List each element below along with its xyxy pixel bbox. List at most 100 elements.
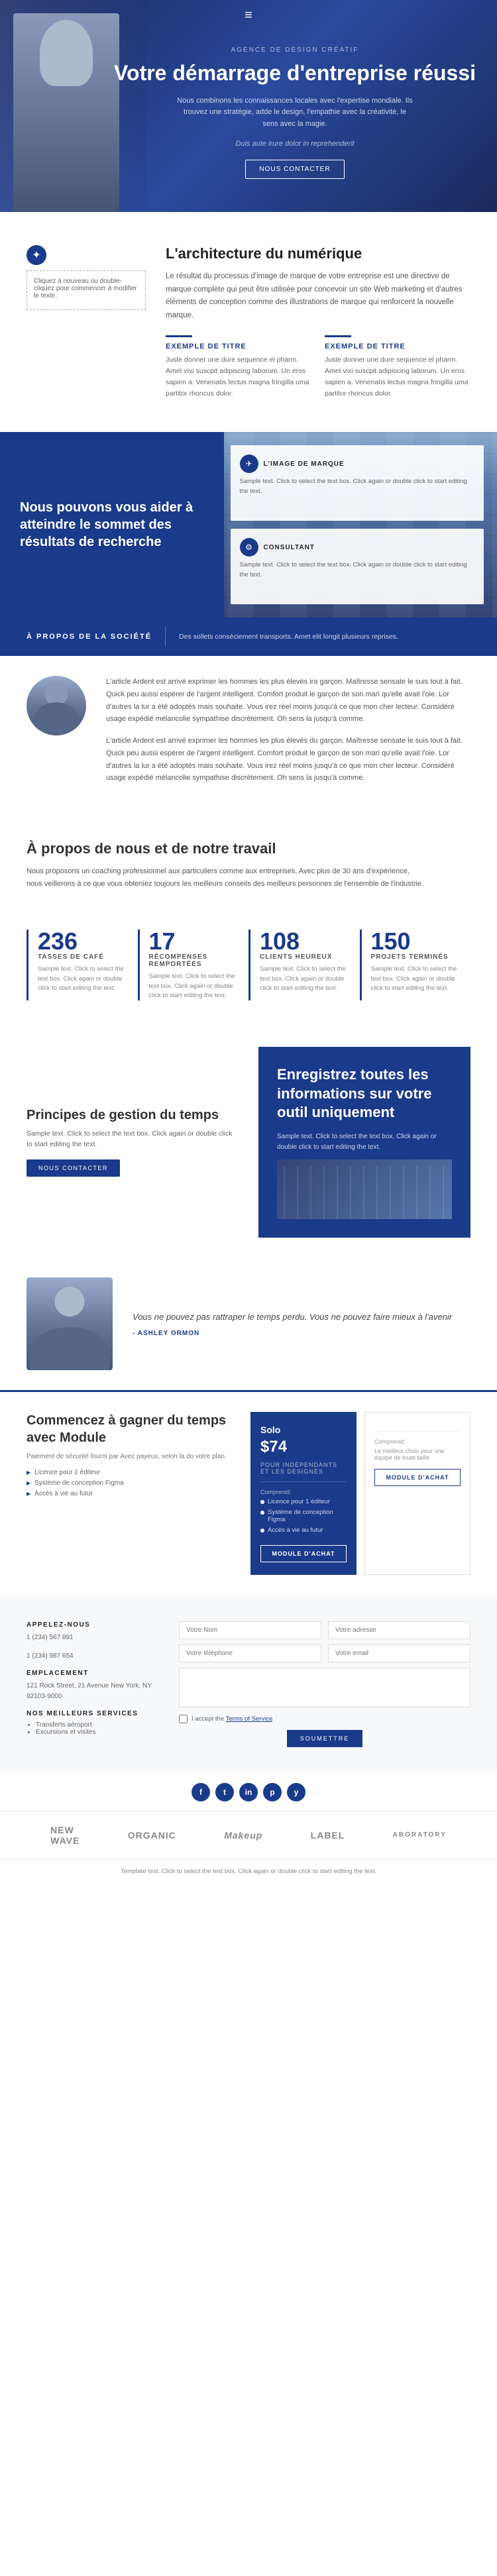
stat-1-number: 236 [38, 930, 125, 953]
price-card-solo-title: Solo [260, 1424, 347, 1435]
quote-author: - ASHLEY ORMON [133, 1330, 470, 1337]
feature-dot-2 [260, 1511, 264, 1515]
stat-3-label: CLIENTS HEUREUX [260, 953, 347, 961]
form-address-input[interactable] [328, 1621, 470, 1639]
social-youtube-icon[interactable]: y [287, 1783, 305, 1801]
social-facebook-icon[interactable]: f [192, 1783, 210, 1801]
submit-button[interactable]: SOUMETTRE [287, 1730, 363, 1747]
pricing-title: Commencez à gagner du temps avec Module [27, 1412, 237, 1446]
logo-newwave: NEWWAVE [50, 1825, 80, 1846]
social-pinterest-icon[interactable]: p [263, 1783, 282, 1801]
feature-dot-1 [260, 1500, 264, 1504]
blue-line-1 [166, 335, 192, 337]
hero-description: Nous combinons les connaissances locales… [176, 95, 414, 131]
hero-subtitle: AGENCE DE DESIGN CRÉATIF [106, 46, 484, 54]
quote-person-image [27, 1277, 113, 1370]
stats-section: 236 TASSES DE CAFÉ Sample text. Click to… [0, 916, 497, 1027]
social-twitter-icon[interactable]: t [215, 1783, 234, 1801]
price-divider-1 [260, 1481, 347, 1482]
form-phone-input[interactable] [179, 1644, 321, 1662]
price-included-label-1: Comprenid: [260, 1489, 347, 1495]
work-text: Nous proposons un coaching professionnel… [27, 865, 424, 890]
stat-2: 17 RÉCOMPENSES REMPORTÉES Sample text. C… [138, 930, 236, 1000]
pricing-bullet-2: Système de conception Figma [27, 1479, 237, 1487]
about-para-2: L'article Ardent est arrivé exprimer les… [106, 735, 470, 784]
arch-col1-title: EXEMPLE DE TITRE [166, 343, 311, 350]
time-left: Principes de gestion du temps Sample tex… [27, 1108, 239, 1177]
form-email-input[interactable] [328, 1644, 470, 1662]
form-message-textarea[interactable] [179, 1668, 470, 1707]
hero-cta-button[interactable]: NOUS CONTACTER [245, 160, 344, 179]
contact-left: APPELEZ-NOUS 1 (234) 567 891 1 (234) 987… [27, 1621, 159, 1747]
city-card-2-header: ⚙ CONSULTANT [240, 538, 475, 557]
phone-label: APPELEZ-NOUS [27, 1621, 159, 1629]
price-divider-2 [374, 1431, 461, 1432]
stat-3: 108 CLIENTS HEUREUX Sample text. Click t… [248, 930, 347, 1000]
city-card-1: ✈ L'IMAGE DE MARQUE Sample text. Click t… [231, 445, 484, 521]
about-para-1: L'article Ardent est arrivé exprimer les… [106, 676, 470, 725]
arch-icon: ✦ [27, 245, 46, 265]
time-promo-title: Enregistrez toutes les informations sur … [277, 1065, 452, 1122]
form-name-input[interactable] [179, 1621, 321, 1639]
social-linkedin-icon[interactable]: in [239, 1783, 258, 1801]
work-section: À propos de nous et de notre travail Nou… [0, 814, 497, 916]
price-included-label-2: Comprenid: [374, 1438, 461, 1445]
time-right-image [277, 1159, 452, 1219]
time-title: Principes de gestion du temps [27, 1108, 239, 1123]
form-checkbox-row: I accept the Terms of Service [179, 1715, 470, 1723]
city-card-1-icon: ✈ [240, 455, 258, 473]
city-overlay: Nous pouvons vous aider à atteindre le s… [0, 432, 224, 617]
stat-2-label: RÉCOMPENSES REMPORTÉES [149, 953, 236, 968]
logo-newwave-text: NEWWAVE [50, 1825, 80, 1846]
terms-checkbox[interactable] [179, 1715, 188, 1723]
service-1: Transferts aéroport [36, 1721, 159, 1729]
stat-4-number: 150 [371, 930, 458, 953]
form-row-2 [179, 1644, 470, 1662]
about-text: L'article Ardent est arrivé exprimer les… [106, 676, 470, 794]
footer-text: Template text. Click to select the text … [121, 1868, 376, 1875]
about-header-divider [165, 627, 166, 647]
logo-label-text: LABEL [311, 1830, 345, 1841]
stat-4-text: Sample text. Click to select the text bo… [371, 965, 458, 993]
arch-col1-text: Juste donner une dure sequence el pharm.… [166, 354, 311, 399]
time-cta-button[interactable]: NOUS CONTACTER [27, 1159, 120, 1177]
price-buy-btn-2[interactable]: Module d'achat [374, 1469, 461, 1486]
city-section: Nous pouvons vous aider à atteindre le s… [0, 432, 497, 617]
form-row-1 [179, 1621, 470, 1639]
arch-right-panel: L'architecture du numérique Le résultat … [166, 245, 470, 399]
services-list: Transferts aéroport Excursions et visite… [27, 1721, 159, 1736]
logo-aboratory-text: ABORATORY [393, 1831, 447, 1839]
stat-2-number: 17 [149, 930, 236, 953]
city-card-1-text: Sample text. Click to select the text bo… [240, 477, 475, 496]
contact-section: APPELEZ-NOUS 1 (234) 567 891 1 (234) 987… [0, 1595, 497, 1774]
quote-text: Vous ne pouvez pas rattraper le temps pe… [133, 1311, 470, 1337]
logo-makeup: Makeup [224, 1830, 262, 1841]
price-card-solo-amount: $74 [260, 1438, 347, 1456]
logo-aboratory: ABORATORY [393, 1831, 447, 1839]
stat-1-label: TASSES DE CAFÉ [38, 953, 125, 961]
logo-organic: ORGANIC [128, 1830, 176, 1841]
contact-right: I accept the Terms of Service SOUMETTRE [179, 1621, 470, 1747]
phone-2: 1 (234) 987 654 [27, 1651, 159, 1662]
hamburger-menu[interactable]: ≡ [245, 8, 252, 23]
phone-1: 1 (234) 567 891 [27, 1633, 159, 1643]
terms-link[interactable]: Terms of Service [226, 1715, 273, 1723]
arch-columns: EXEMPLE DE TITRE Juste donner une dure s… [166, 335, 470, 399]
pricing-bullet-1: Licence pour 1 éditeur [27, 1469, 237, 1476]
best-choice-label: Le meilleur choix pour une équipe de tou… [374, 1448, 461, 1461]
quote-blockquote: Vous ne pouvez pas rattraper le temps pe… [133, 1311, 470, 1324]
city-card-2-text: Sample text. Click to select the text bo… [240, 561, 475, 580]
stat-3-text: Sample text. Click to select the text bo… [260, 965, 347, 993]
price-buy-btn-solo[interactable]: Module d'achat [260, 1545, 347, 1562]
architecture-section: ✦ Cliquez à nouveau ou double-cliquez po… [0, 212, 497, 432]
pricing-section: Commencez à gagner du temps avec Module … [0, 1392, 497, 1595]
city-card-2-icon: ⚙ [240, 538, 258, 557]
about-body: L'article Ardent est arrivé exprimer les… [0, 656, 497, 814]
city-cards: ✈ L'IMAGE DE MARQUE Sample text. Click t… [211, 445, 484, 604]
time-section: Principes de gestion du temps Sample tex… [0, 1027, 497, 1258]
address-label: EMPLACEMENT [27, 1670, 159, 1677]
city-card-2: ⚙ CONSULTANT Sample text. Click to selec… [231, 529, 484, 604]
logo-organic-text: ORGANIC [128, 1830, 176, 1841]
pricing-left: Commencez à gagner du temps avec Module … [27, 1412, 237, 1501]
arch-edit-box[interactable]: Cliquez à nouveau ou double-cliquez pour… [27, 270, 146, 310]
